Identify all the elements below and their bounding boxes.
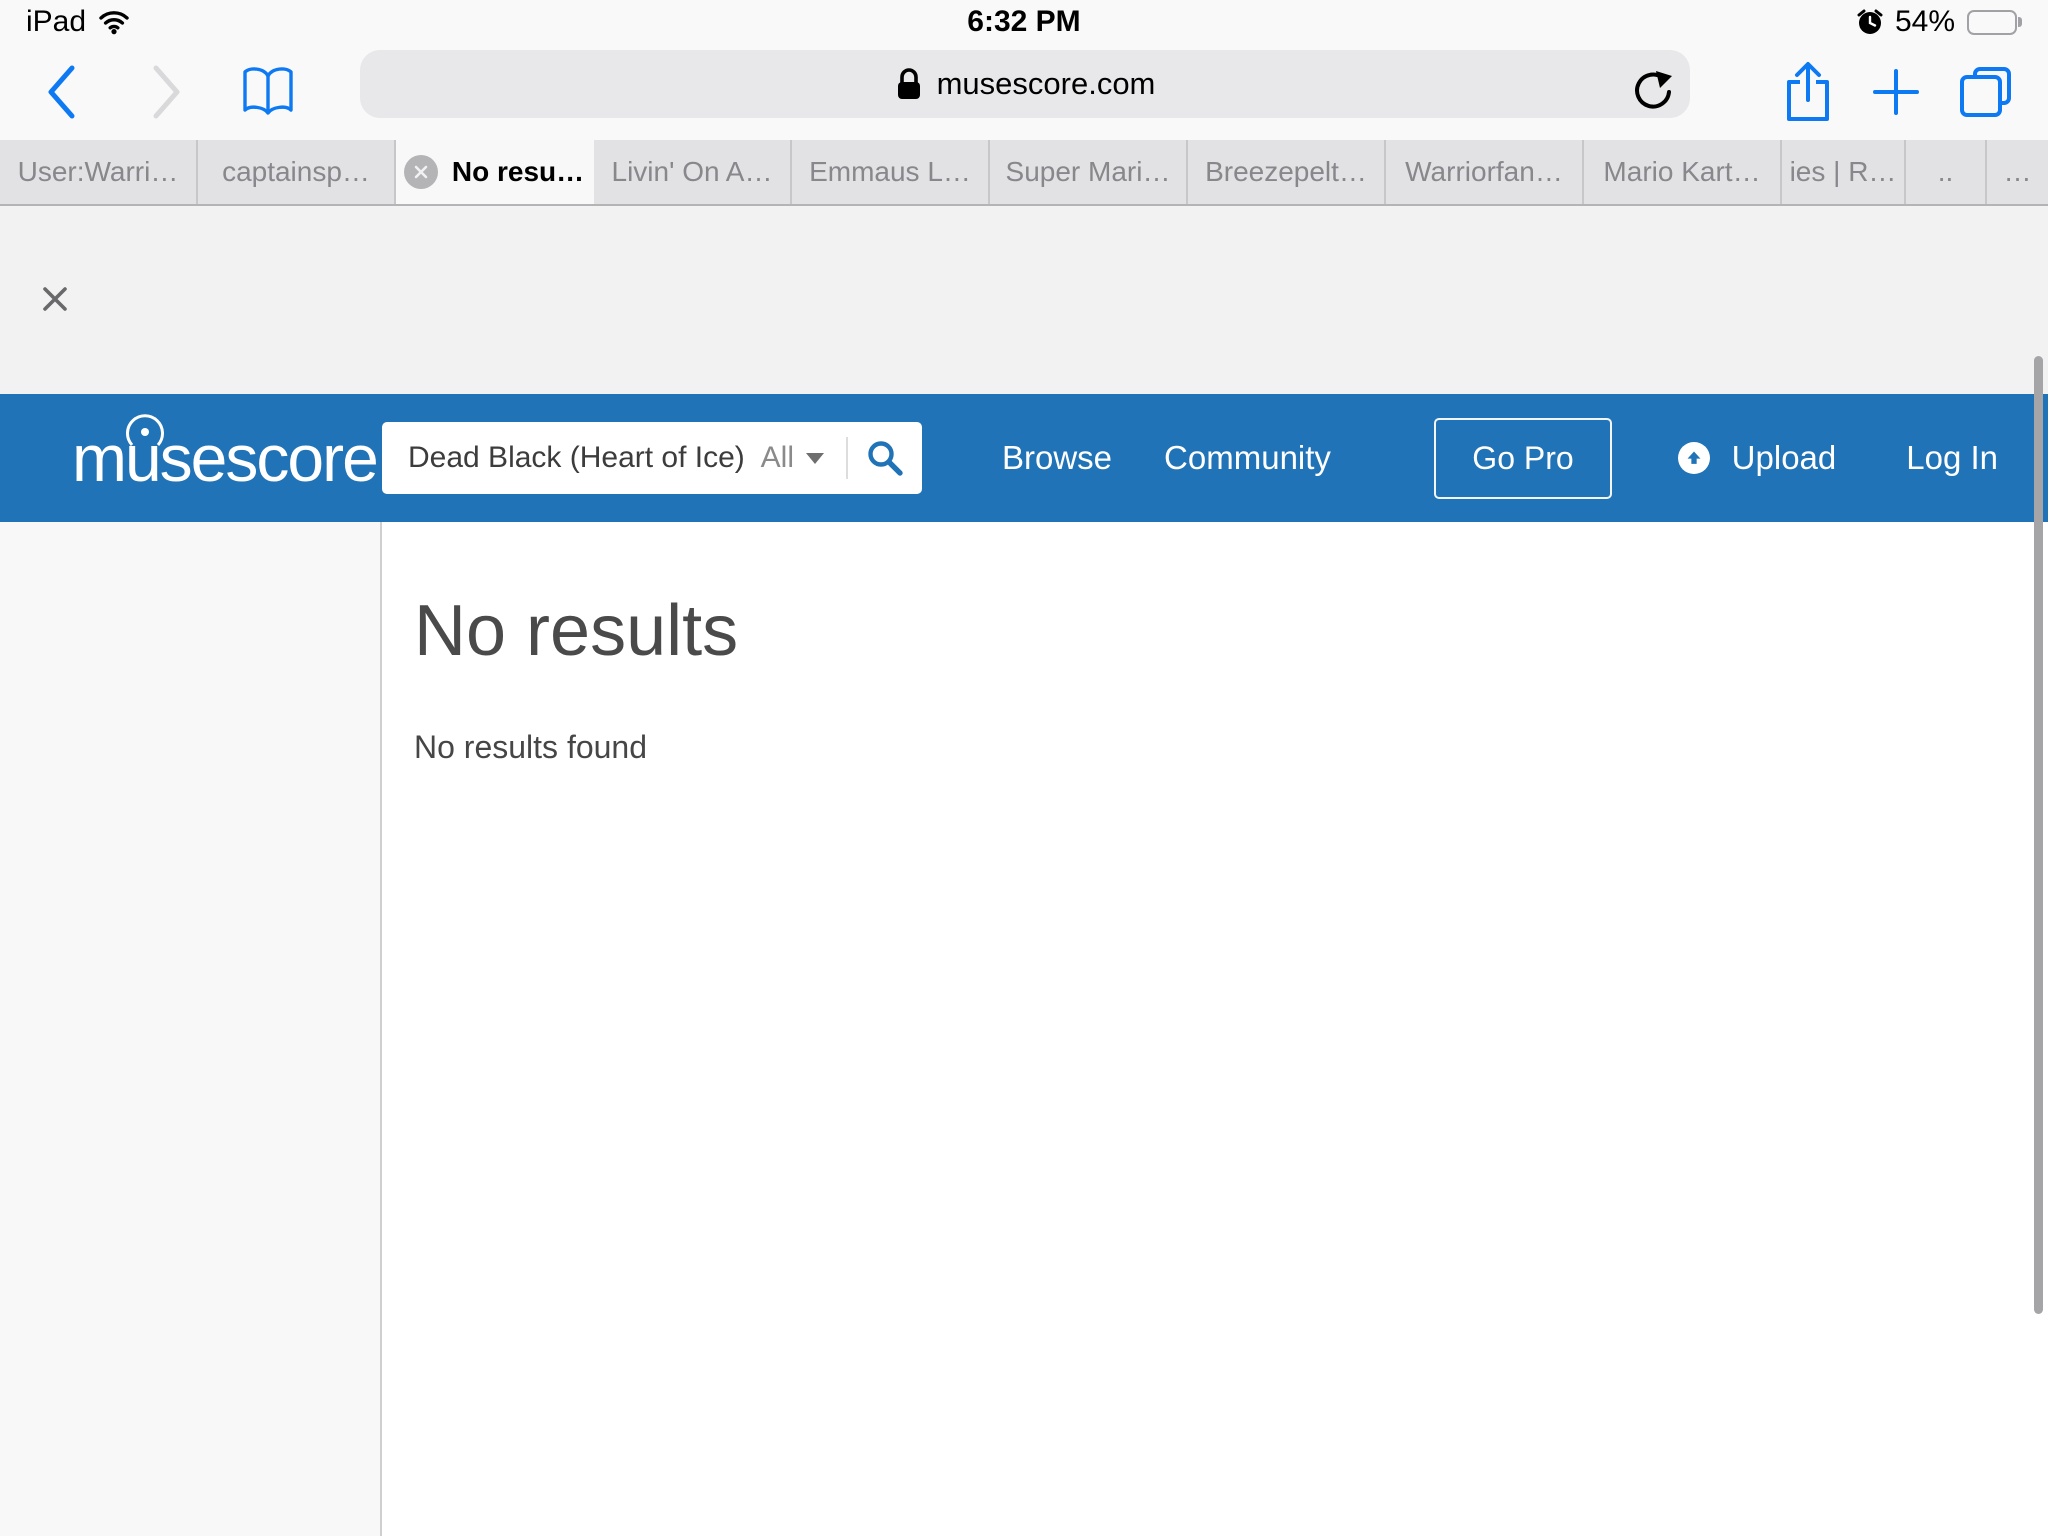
tab-label: Emmaus L…	[809, 156, 971, 188]
lock-icon	[895, 67, 923, 101]
upload-icon	[1678, 442, 1710, 474]
tab-super-mari[interactable]: Super Mari…	[990, 140, 1188, 204]
battery-percent: 54%	[1895, 5, 1955, 39]
tab-captainsp[interactable]: captainsp…	[198, 140, 396, 204]
tab-mario-kart[interactable]: Mario Kart…	[1584, 140, 1782, 204]
tab-warriorfan[interactable]: Warriorfan…	[1386, 140, 1584, 204]
status-bar: iPad 6:32 PM 54%	[0, 0, 2048, 44]
tab-label: captainsp…	[222, 156, 370, 188]
tab-breezepelt[interactable]: Breezepelt…	[1188, 140, 1386, 204]
tab-ies-r[interactable]: ies | R…	[1782, 140, 1906, 204]
new-tab-icon[interactable]	[1872, 68, 1920, 116]
back-button[interactable]	[44, 63, 78, 121]
no-results-message: No results found	[414, 729, 2048, 766]
results-area: No results No results found	[382, 522, 2048, 1536]
search-filter-dropdown[interactable]: All	[755, 441, 846, 475]
tab-label: Warriorfan…	[1405, 156, 1563, 188]
tab-label: Super Mari…	[1006, 156, 1171, 188]
banner-strip	[0, 206, 2048, 394]
tab-user-warri[interactable]: User:Warri…	[0, 140, 198, 204]
url-bar[interactable]: musescore.com	[360, 50, 1690, 118]
nav-browse[interactable]: Browse	[1002, 439, 1112, 477]
scrollbar[interactable]	[2034, 356, 2043, 1314]
tab-label: User:Warri…	[18, 156, 179, 188]
forward-button[interactable]	[150, 63, 184, 121]
clock-time: 6:32 PM	[0, 5, 2048, 39]
site-header: musescore All Browse Community Go Pro Up…	[0, 394, 2048, 522]
search-filter-label: All	[761, 441, 794, 475]
battery-icon	[1967, 10, 2022, 35]
logo-text: musescore	[72, 421, 377, 495]
log-in-link[interactable]: Log In	[1906, 439, 1998, 477]
tab-label: …	[2004, 156, 2032, 188]
tab-label: Breezepelt…	[1205, 156, 1367, 188]
alarm-icon	[1857, 9, 1883, 35]
tab-truncated-2[interactable]: …	[1987, 140, 2048, 204]
tab-label: No resu…	[452, 156, 584, 188]
upload-button[interactable]: Upload	[1678, 439, 1837, 477]
tab-label: ..	[1938, 156, 1954, 188]
bookmarks-icon[interactable]	[240, 64, 296, 120]
nav-community[interactable]: Community	[1164, 439, 1331, 477]
url-text: musescore.com	[937, 66, 1156, 102]
safari-toolbar: musescore.com	[0, 44, 2048, 140]
tab-bar: User:Warri… captainsp… No resu… Livin' O…	[0, 140, 2048, 206]
page-content: No results No results found	[0, 522, 2048, 1536]
tab-truncated-1[interactable]: ..	[1906, 140, 1987, 204]
device-label: iPad	[26, 5, 86, 39]
tab-switcher-icon[interactable]	[1958, 65, 2012, 119]
tab-label: ies | R…	[1790, 156, 1897, 188]
go-pro-button[interactable]: Go Pro	[1434, 418, 1611, 499]
search-icon	[866, 439, 904, 477]
musescore-logo[interactable]: musescore	[72, 425, 377, 491]
banner-close-icon[interactable]	[40, 284, 70, 314]
tab-label: Livin' On A…	[612, 156, 773, 188]
page-title: No results	[414, 592, 2048, 671]
tab-livin-on-a[interactable]: Livin' On A…	[594, 140, 792, 204]
tab-emmaus[interactable]: Emmaus L…	[792, 140, 990, 204]
tab-no-results-active[interactable]: No resu…	[396, 140, 594, 204]
upload-label: Upload	[1732, 439, 1837, 477]
tab-label: Mario Kart…	[1603, 156, 1760, 188]
share-icon[interactable]	[1784, 60, 1832, 124]
tab-close-icon[interactable]	[404, 155, 438, 189]
logo-note-icon	[122, 409, 168, 451]
browser-chrome: iPad 6:32 PM 54%	[0, 0, 2048, 206]
chevron-down-icon	[806, 453, 824, 464]
reload-button[interactable]	[1632, 69, 1674, 115]
search-box: All	[382, 422, 922, 494]
filter-sidebar	[0, 522, 382, 1536]
search-input[interactable]	[382, 441, 755, 475]
search-button[interactable]	[848, 422, 922, 494]
wifi-icon	[98, 9, 130, 35]
